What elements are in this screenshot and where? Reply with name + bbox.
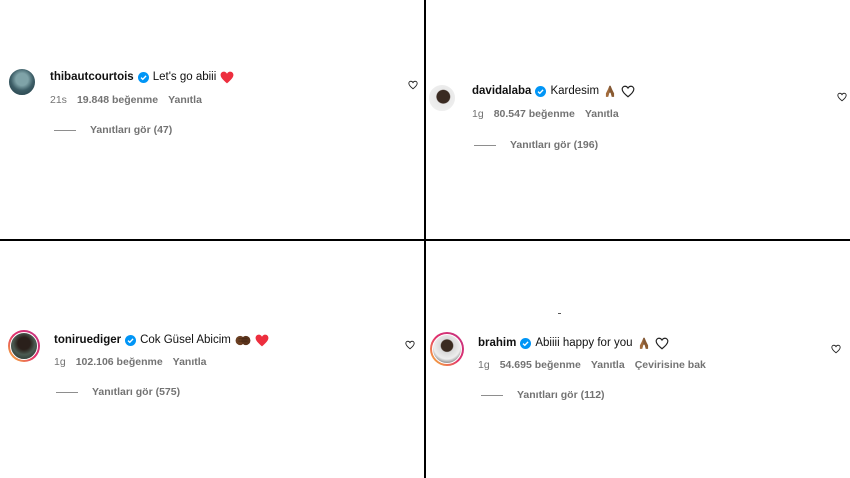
like-heart-icon[interactable] — [831, 344, 841, 354]
comment-davidalaba: davidalaba Kardesim 1g 80.547 beğenme Ya… — [428, 84, 848, 164]
reply-link[interactable]: Yanıtla — [168, 94, 202, 106]
comment-brahim: brahim Abiiii happy for you 1g 54.695 be… — [430, 332, 848, 412]
view-replies-label: Yanıtları gör (112) — [517, 389, 605, 401]
view-replies-label: Yanıtları gör (196) — [510, 139, 599, 151]
avatar[interactable] — [8, 68, 36, 96]
likes-count[interactable]: 102.106 beğenme — [76, 356, 163, 368]
replies-dash — [474, 144, 496, 146]
praying-hands-icon — [639, 337, 648, 349]
like-heart-icon[interactable] — [408, 80, 418, 90]
view-replies-label: Yanıtları gör (47) — [90, 124, 173, 136]
replies-dash — [56, 391, 78, 393]
view-replies-button[interactable]: Yanıtları gör (196) — [474, 139, 598, 151]
avatar[interactable] — [8, 330, 40, 362]
quadrant-divider-horizontal — [0, 239, 850, 241]
view-replies-label: Yanıtları gör (575) — [92, 386, 181, 398]
comment-username[interactable]: brahim — [478, 336, 516, 350]
reply-link[interactable]: Yanıtla — [173, 356, 207, 368]
handshake-icon — [235, 335, 251, 345]
comment-text: Abiiii happy for you — [535, 337, 633, 349]
like-heart-icon[interactable] — [837, 92, 847, 102]
replies-dash — [481, 394, 503, 396]
likes-count[interactable]: 54.695 beğenme — [500, 359, 581, 371]
comment-time: 21s — [50, 94, 67, 106]
comment-thibautcourtois: thibautcourtois Let's go abiii 21s 19.84… — [8, 68, 420, 148]
avatar[interactable] — [430, 332, 464, 366]
verified-badge-icon — [520, 337, 532, 349]
like-heart-icon[interactable] — [405, 340, 415, 350]
comment-time: 1g — [478, 359, 490, 371]
verified-badge-icon — [137, 71, 149, 83]
outline-heart-icon — [621, 85, 635, 97]
verified-badge-icon — [535, 85, 547, 97]
comment-username[interactable]: davidalaba — [472, 84, 531, 98]
reply-link[interactable]: Yanıtla — [591, 359, 625, 371]
comment-time: 1g — [472, 108, 484, 120]
replies-dash — [54, 129, 76, 131]
verified-badge-icon — [125, 334, 137, 346]
stray-mark — [558, 313, 561, 314]
likes-count[interactable]: 80.547 beğenme — [494, 108, 575, 120]
comment-time: 1g — [54, 356, 66, 368]
reply-link[interactable]: Yanıtla — [585, 108, 619, 120]
view-replies-button[interactable]: Yanıtları gör (575) — [56, 386, 180, 398]
comment-toniruediger: toniruediger Cok Güsel Abicim 1g 102.106… — [8, 330, 420, 410]
see-translation-link[interactable]: Çevirisine bak — [635, 359, 706, 371]
comment-text: Kardesim — [550, 85, 600, 97]
red-heart-icon — [255, 334, 269, 346]
praying-hands-icon — [605, 85, 615, 97]
outline-heart-icon — [655, 337, 668, 349]
comment-username[interactable]: toniruediger — [54, 333, 121, 347]
red-heart-icon — [220, 71, 234, 83]
likes-count[interactable]: 19.848 beğenme — [77, 94, 158, 106]
comment-username[interactable]: thibautcourtois — [50, 70, 134, 84]
comment-text: Cok Güsel Abicim — [140, 334, 231, 346]
avatar[interactable] — [428, 84, 456, 112]
view-replies-button[interactable]: Yanıtları gör (112) — [481, 389, 605, 401]
view-replies-button[interactable]: Yanıtları gör (47) — [54, 124, 172, 136]
comment-text: Let's go abiii — [152, 71, 217, 83]
